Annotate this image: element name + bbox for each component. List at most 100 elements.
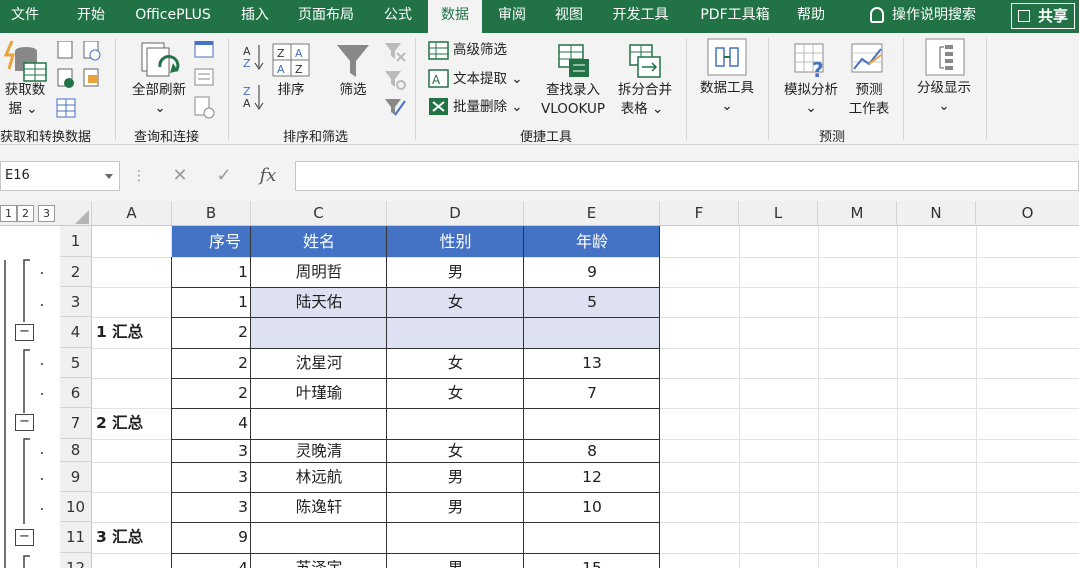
- column-header-e[interactable]: E: [524, 201, 660, 226]
- get-data-sub-icons[interactable]: [55, 41, 105, 123]
- refresh-all-icon[interactable]: [138, 41, 182, 85]
- tab-officeplus[interactable]: OfficePLUS: [125, 0, 221, 33]
- header-cell-id[interactable]: 序号: [172, 226, 251, 257]
- cell-b8[interactable]: 3: [172, 439, 248, 462]
- row-header[interactable]: 11: [60, 522, 92, 553]
- lookup-label[interactable]: 查找录入: [536, 81, 610, 100]
- cell-a7[interactable]: 2 汇总: [96, 408, 172, 439]
- column-header-c[interactable]: C: [251, 201, 387, 226]
- refresh-dropdown-icon[interactable]: ⌄: [150, 99, 170, 118]
- tab-file[interactable]: 文件: [0, 0, 50, 33]
- cell-b4[interactable]: 2: [172, 317, 248, 348]
- cell-c5[interactable]: 沈星河: [251, 348, 387, 378]
- cell-c10[interactable]: 陈逸轩: [251, 492, 387, 522]
- column-header-f[interactable]: F: [660, 201, 739, 226]
- row-header[interactable]: 4: [60, 317, 92, 348]
- get-data-icon[interactable]: [4, 39, 48, 85]
- cell-d2[interactable]: 男: [387, 257, 524, 287]
- advanced-filter-button[interactable]: 高级筛选: [453, 41, 507, 60]
- sort-label[interactable]: 排序: [268, 81, 314, 100]
- cell-e5[interactable]: 13: [524, 348, 660, 378]
- cell-b2[interactable]: 1: [172, 257, 248, 287]
- cancel-icon[interactable]: ✕: [166, 161, 194, 191]
- row-header[interactable]: 3: [60, 287, 92, 317]
- formula-input[interactable]: [295, 161, 1079, 191]
- tab-insert[interactable]: 插入: [230, 0, 280, 33]
- row-header[interactable]: 10: [60, 492, 92, 522]
- filter-sub-icons[interactable]: [383, 41, 407, 121]
- vlookup-icon[interactable]: [557, 43, 591, 79]
- header-cell-age[interactable]: 年龄: [524, 226, 660, 257]
- cell-e3[interactable]: 5: [524, 287, 660, 317]
- split-merge-icon[interactable]: [628, 43, 662, 79]
- collapse-group-button[interactable]: −: [15, 529, 34, 546]
- vlookup-label[interactable]: VLOOKUP: [536, 100, 610, 119]
- filter-label[interactable]: 筛选: [330, 81, 376, 100]
- outline-label[interactable]: 分级显示: [908, 79, 980, 98]
- cell-d9[interactable]: 男: [387, 462, 524, 492]
- column-header-o[interactable]: O: [976, 201, 1079, 226]
- tab-data[interactable]: 数据: [428, 0, 482, 33]
- cell-e6[interactable]: 7: [524, 378, 660, 408]
- insert-function-icon[interactable]: fx: [253, 161, 283, 191]
- row-header[interactable]: 2: [60, 257, 92, 287]
- cell-d3[interactable]: 女: [387, 287, 524, 317]
- collapse-group-button[interactable]: −: [15, 414, 34, 431]
- cell-c8[interactable]: 灵晚清: [251, 439, 387, 462]
- row-header[interactable]: 5: [60, 348, 92, 378]
- cell-a4[interactable]: 1 汇总: [96, 317, 172, 348]
- sort-asc-desc-icons[interactable]: AZ ZA: [241, 43, 265, 113]
- cell-d6[interactable]: 女: [387, 378, 524, 408]
- cell-e10[interactable]: 10: [524, 492, 660, 522]
- cell-b7[interactable]: 4: [172, 408, 248, 439]
- data-tools-label[interactable]: 数据工具: [692, 79, 762, 98]
- cell-e9[interactable]: 12: [524, 462, 660, 492]
- data-tools-dropdown-icon[interactable]: ⌄: [717, 97, 737, 116]
- outline-level-1-button[interactable]: 1: [0, 205, 17, 222]
- tab-pdf-toolbox[interactable]: PDF工具箱: [690, 0, 780, 33]
- tab-page-layout[interactable]: 页面布局: [288, 0, 364, 33]
- cell-d10[interactable]: 男: [387, 492, 524, 522]
- cell-c12[interactable]: 苏泽宇: [251, 553, 387, 568]
- batch-delete-button[interactable]: 批量删除 ⌄: [453, 98, 523, 117]
- outline-level-3-button[interactable]: 3: [38, 205, 55, 222]
- header-cell-name[interactable]: 姓名: [251, 226, 387, 257]
- cell-b11[interactable]: 9: [172, 522, 248, 553]
- name-box[interactable]: E16: [0, 161, 120, 191]
- header-cell-gender[interactable]: 性别: [387, 226, 524, 257]
- row-header[interactable]: 6: [60, 378, 92, 408]
- cell-b6[interactable]: 2: [172, 378, 248, 408]
- cell-e2[interactable]: 9: [524, 257, 660, 287]
- cell-d5[interactable]: 女: [387, 348, 524, 378]
- tell-me-search[interactable]: 操作说明搜索: [858, 0, 988, 33]
- filter-icon[interactable]: [335, 43, 371, 79]
- refresh-all-label[interactable]: 全部刷新: [122, 81, 196, 100]
- tab-review[interactable]: 审阅: [488, 0, 536, 33]
- outline-dropdown-icon[interactable]: ⌄: [934, 97, 954, 116]
- cell-b9[interactable]: 3: [172, 462, 248, 492]
- cell-a11[interactable]: 3 汇总: [96, 522, 172, 553]
- text-extract-button[interactable]: 文本提取 ⌄: [453, 70, 523, 89]
- what-if-icon[interactable]: ?: [794, 43, 830, 79]
- row-header[interactable]: 9: [60, 462, 92, 492]
- tab-help[interactable]: 帮助: [787, 0, 835, 33]
- chevron-down-icon[interactable]: [105, 174, 113, 179]
- forecast-label[interactable]: 预测: [843, 81, 895, 100]
- column-header-d[interactable]: D: [387, 201, 524, 226]
- cell-b5[interactable]: 2: [172, 348, 248, 378]
- cell-d12[interactable]: 男: [387, 553, 524, 568]
- cell-d8[interactable]: 女: [387, 439, 524, 462]
- select-all-icon[interactable]: [74, 209, 90, 225]
- what-if-label[interactable]: 模拟分析: [776, 81, 846, 100]
- tab-home[interactable]: 开始: [65, 0, 117, 33]
- cell-c3[interactable]: 陆天佑: [251, 287, 387, 317]
- cell-b3[interactable]: 1: [172, 287, 248, 317]
- column-header-l[interactable]: L: [739, 201, 818, 226]
- collapse-group-button[interactable]: −: [15, 324, 34, 341]
- split-merge-label[interactable]: 拆分合并: [610, 81, 680, 100]
- forecast-sheet-icon[interactable]: [851, 43, 887, 79]
- queries-sub-icons[interactable]: [193, 41, 219, 121]
- cell-c6[interactable]: 叶瑾瑜: [251, 378, 387, 408]
- forecast-sheet-label[interactable]: 工作表: [843, 100, 895, 119]
- column-header-n[interactable]: N: [897, 201, 976, 226]
